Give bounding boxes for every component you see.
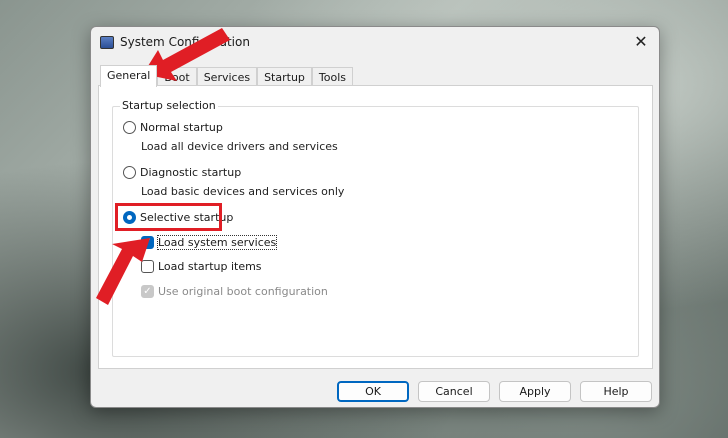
arrow-to-load-system-services-icon bbox=[96, 238, 150, 305]
tab-general[interactable]: General bbox=[100, 65, 158, 87]
